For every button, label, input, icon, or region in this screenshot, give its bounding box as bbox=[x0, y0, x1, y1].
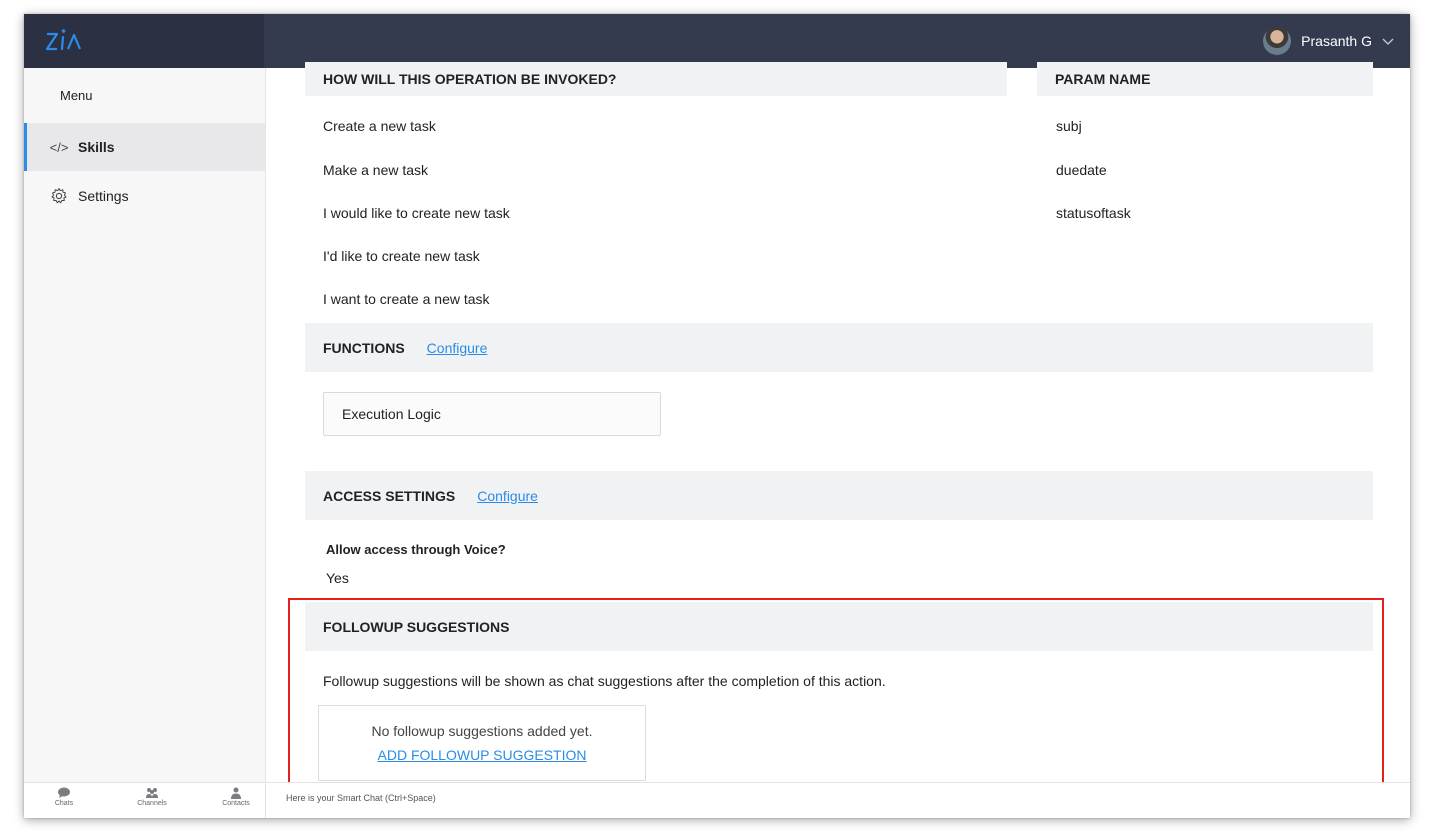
smart-chat-input[interactable]: Here is your Smart Chat (Ctrl+Space) bbox=[286, 793, 436, 803]
functions-configure-link[interactable]: Configure bbox=[427, 340, 488, 356]
app-window: Prasanth G Menu </> Skills Settings HOW … bbox=[24, 14, 1410, 818]
chevron-down-icon[interactable] bbox=[1382, 35, 1394, 47]
tab-chats-label: Chats bbox=[54, 800, 74, 807]
functions-header: FUNCTIONS Configure bbox=[305, 323, 1373, 372]
tab-channels[interactable]: Channels bbox=[122, 787, 182, 807]
invocation-phrase: Make a new task bbox=[323, 162, 429, 178]
access-settings-header: ACCESS SETTINGS Configure bbox=[305, 471, 1373, 520]
voice-access-answer: Yes bbox=[326, 570, 349, 586]
gear-icon bbox=[50, 187, 68, 205]
bottom-bar: Chats Channels Contacts Here is your Sma… bbox=[24, 782, 1410, 818]
invocation-phrase: I would like to create new task bbox=[323, 205, 510, 221]
contacts-icon bbox=[231, 787, 241, 799]
access-configure-link[interactable]: Configure bbox=[477, 488, 538, 504]
execution-logic-item[interactable]: Execution Logic bbox=[323, 392, 661, 436]
tab-channels-label: Channels bbox=[137, 800, 167, 807]
channels-icon bbox=[146, 788, 158, 798]
highlight-box bbox=[288, 598, 1384, 786]
zia-logo-icon bbox=[45, 29, 82, 51]
invocation-header-label: HOW WILL THIS OPERATION BE INVOKED? bbox=[323, 71, 617, 87]
user-menu[interactable]: Prasanth G bbox=[1263, 14, 1394, 68]
execution-logic-label: Execution Logic bbox=[342, 406, 441, 422]
invocation-phrase: I want to create a new task bbox=[323, 291, 490, 307]
invocation-phrase: Create a new task bbox=[323, 118, 436, 134]
access-settings-title: ACCESS SETTINGS bbox=[323, 487, 456, 504]
sidebar-menu-title: Menu bbox=[60, 88, 93, 103]
sidebar-item-skills[interactable]: </> Skills bbox=[24, 123, 265, 171]
sidebar-item-label: Skills bbox=[78, 139, 115, 155]
tab-contacts-label: Contacts bbox=[222, 800, 250, 807]
invocation-header: HOW WILL THIS OPERATION BE INVOKED? bbox=[305, 62, 1007, 96]
top-bar: Prasanth G bbox=[24, 14, 1410, 68]
tab-contacts[interactable]: Contacts bbox=[206, 787, 266, 807]
code-icon: </> bbox=[49, 139, 69, 155]
bottom-divider bbox=[265, 783, 266, 818]
sidebar-item-settings[interactable]: Settings bbox=[24, 172, 265, 220]
sidebar: Menu </> Skills Settings bbox=[24, 68, 266, 782]
param-name: subj bbox=[1056, 118, 1082, 134]
functions-title: FUNCTIONS bbox=[323, 339, 405, 356]
param-name: statusoftask bbox=[1056, 205, 1131, 221]
voice-access-question: Allow access through Voice? bbox=[326, 542, 506, 557]
avatar[interactable] bbox=[1263, 27, 1292, 55]
user-name[interactable]: Prasanth G bbox=[1301, 33, 1372, 49]
param-header-label: PARAM NAME bbox=[1055, 71, 1151, 87]
app-logo[interactable] bbox=[24, 14, 264, 68]
invocation-phrase: I'd like to create new task bbox=[323, 248, 480, 264]
param-name: duedate bbox=[1056, 162, 1107, 178]
chat-icon bbox=[58, 787, 70, 798]
main-content: HOW WILL THIS OPERATION BE INVOKED? PARA… bbox=[266, 62, 1410, 786]
sidebar-item-label: Settings bbox=[78, 188, 129, 204]
tab-chats[interactable]: Chats bbox=[34, 787, 94, 807]
param-header: PARAM NAME bbox=[1037, 62, 1373, 96]
